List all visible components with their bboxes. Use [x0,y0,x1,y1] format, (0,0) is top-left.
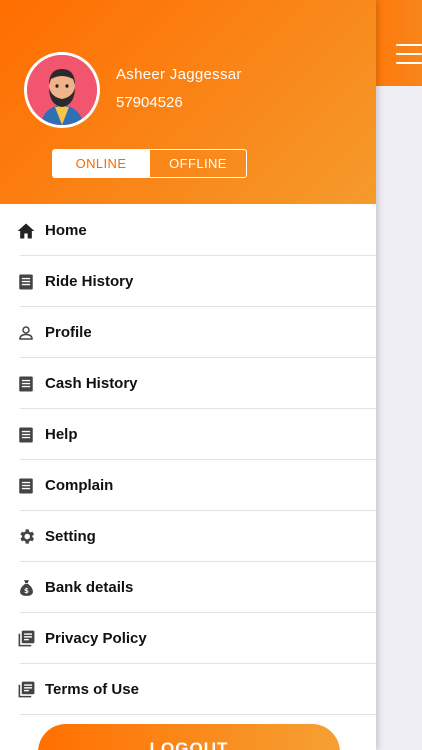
offline-toggle-button[interactable]: OFFLINE [149,150,246,177]
menu-item-setting[interactable]: Setting [0,511,376,562]
user-name: Asheer Jaggessar [116,66,242,83]
list-icon [16,374,36,394]
hamburger-menu-icon[interactable] [396,44,422,66]
library-books-icon [16,680,36,700]
status-toggle: ONLINE OFFLINE [52,149,247,178]
app-background [376,0,422,750]
menu-item-cash-history[interactable]: Cash History [0,358,376,409]
menu-item-privacy-policy[interactable]: Privacy Policy [0,613,376,664]
list-icon [16,425,36,445]
driver-avatar-icon [27,55,97,125]
menu-item-label: Home [45,222,87,239]
menu-item-terms-of-use[interactable]: Terms of Use [0,664,376,715]
logout-button[interactable]: LOGOUT [38,724,340,750]
menu-item-label: Cash History [45,375,138,392]
person-icon [16,323,36,343]
menu-item-label: Complain [45,477,114,494]
app-topbar [376,0,422,86]
user-phone: 57904526 [116,94,183,111]
menu-item-home[interactable]: Home [0,205,376,256]
menu-item-ride-history[interactable]: Ride History [0,256,376,307]
menu-item-complain[interactable]: Complain [0,460,376,511]
menu-item-help[interactable]: Help [0,409,376,460]
menu-item-profile[interactable]: Profile [0,307,376,358]
menu-item-label: Terms of Use [45,681,139,698]
drawer-menu: Home Ride History Profile Cash History H… [0,205,376,715]
money-bag-icon: $ [16,578,36,598]
menu-item-label: Ride History [45,273,134,290]
menu-item-label: Profile [45,324,92,341]
list-icon [16,476,36,496]
menu-item-label: Help [45,426,78,443]
svg-text:$: $ [24,586,29,595]
menu-item-bank-details[interactable]: $ Bank details [0,562,376,613]
list-icon [16,272,36,292]
menu-item-label: Bank details [45,579,134,596]
drawer-header: Asheer Jaggessar 57904526 ONLINE OFFLINE [0,0,376,204]
avatar[interactable] [24,52,100,128]
navigation-drawer: Asheer Jaggessar 57904526 ONLINE OFFLINE… [0,0,376,750]
online-toggle-button[interactable]: ONLINE [53,150,149,177]
gear-icon [16,527,36,547]
library-books-icon [16,629,36,649]
menu-item-label: Setting [45,528,96,545]
menu-item-label: Privacy Policy [45,630,147,647]
home-icon [16,221,36,241]
